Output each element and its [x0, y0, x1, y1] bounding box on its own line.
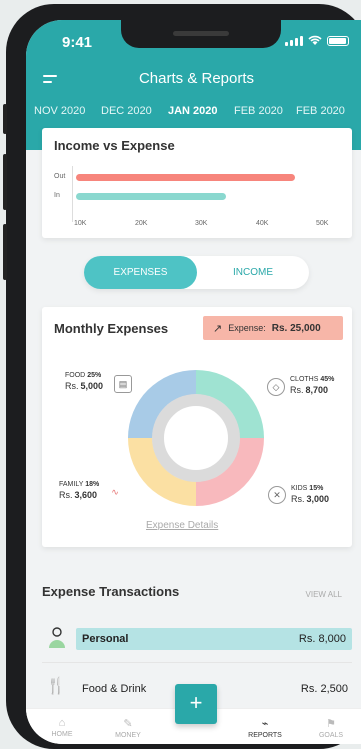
food-icon: 🍴	[46, 678, 66, 695]
expense-details-link[interactable]: Expense Details	[146, 520, 218, 531]
category-pct: 45%	[320, 376, 335, 383]
phone-frame: 9:41 Charts & Reports NOV 2020 DEC 2020 …	[3, 4, 361, 749]
category-prefix: Rs.	[65, 381, 79, 391]
heartbeat-icon: ∿	[107, 484, 123, 500]
monthly-expenses-title: Monthly Expenses	[54, 321, 169, 336]
money-icon: ✎	[123, 718, 133, 730]
expense-total-badge: ↗ Expense: Rs. 25,000	[203, 316, 343, 340]
wifi-icon	[308, 35, 322, 45]
category-amount: 5,000	[80, 381, 103, 391]
income-expense-card: Income vs Expense 10K 20K 30K 40K 50K Ou…	[42, 128, 352, 238]
receipt-icon: ▤	[114, 375, 132, 393]
category-prefix: Rs.	[291, 494, 305, 504]
category-pct: 25%	[87, 372, 102, 379]
y-axis-line	[72, 166, 73, 222]
category-cloths: CLOTHS 45% Rs. 8,700	[290, 374, 334, 397]
expense-badge-label: Expense:	[228, 323, 266, 333]
tab-label: MONEY	[115, 732, 141, 739]
income-expense-title: Income vs Expense	[54, 138, 175, 153]
trend-up-icon: ↗	[213, 322, 223, 335]
expense-donut-chart	[128, 370, 264, 506]
tab-goals[interactable]: ⚑ GOALS	[301, 709, 361, 739]
expense-badge-value: Rs. 25,000	[271, 322, 321, 334]
transaction-row[interactable]: Personal Rs. 8,000	[42, 626, 352, 654]
category-amount: 3,000	[306, 494, 329, 504]
transaction-highlight: Personal Rs. 8,000	[76, 628, 352, 650]
page-title: Charts & Reports	[138, 70, 255, 87]
mute-switch	[3, 104, 7, 134]
income-tab[interactable]: INCOME	[197, 256, 309, 289]
diamond-icon: ◇	[267, 378, 285, 396]
volume-down-button	[3, 224, 7, 280]
x-tick-label: 30K	[195, 220, 208, 227]
x-tick-label: 50K	[316, 220, 329, 227]
battery-icon	[327, 35, 349, 46]
category-prefix: Rs.	[290, 385, 304, 395]
transaction-amount: Rs. 8,000	[298, 633, 346, 645]
ball-icon: ✕	[268, 486, 286, 504]
transaction-amount: Rs. 2,500	[300, 683, 348, 695]
tab-money[interactable]: ✎ MONEY	[98, 709, 158, 739]
month-tab[interactable]: DEC 2020	[101, 105, 152, 117]
home-icon: ⌂	[58, 717, 66, 729]
volume-up-button	[3, 154, 7, 210]
view-all-link[interactable]: VIEW ALL	[306, 590, 342, 599]
tab-reports[interactable]: ⌁ REPORTS	[235, 709, 295, 739]
month-tab[interactable]: FEB 2020	[296, 105, 345, 117]
category-kids: KIDS 15% Rs. 3,000	[291, 483, 329, 506]
add-button[interactable]: +	[175, 684, 217, 724]
month-tab-active[interactable]: JAN 2020	[168, 105, 218, 117]
tab-label: HOME	[51, 731, 73, 738]
category-amount: 8,700	[305, 385, 328, 395]
category-pct: 18%	[85, 481, 100, 488]
app-screen: 9:41 Charts & Reports NOV 2020 DEC 2020 …	[26, 20, 361, 744]
category-prefix: Rs.	[59, 490, 73, 500]
signal-icon	[285, 35, 303, 46]
category-name: FAMILY	[59, 481, 84, 488]
x-tick-label: 10K	[74, 220, 87, 227]
transaction-name: Food & Drink	[82, 683, 147, 695]
month-tab[interactable]: FEB 2020	[234, 105, 283, 117]
chart-icon: ⌁	[261, 718, 269, 730]
month-tab[interactable]: NOV 2020	[34, 105, 85, 117]
status-icons	[285, 35, 349, 46]
category-pct: 15%	[309, 485, 324, 492]
category-food: FOOD 25% Rs. 5,000	[65, 370, 103, 393]
transaction-name: Personal	[82, 633, 129, 645]
tab-label: REPORTS	[248, 732, 282, 739]
bar-out	[76, 174, 296, 181]
notch	[121, 20, 281, 48]
person-icon	[49, 627, 65, 648]
donut-hole	[165, 407, 227, 469]
flag-icon: ⚑	[326, 718, 336, 730]
x-tick-label: 40K	[256, 220, 269, 227]
month-selector[interactable]: NOV 2020 DEC 2020 JAN 2020 FEB 2020 FEB …	[26, 105, 361, 125]
category-family: FAMILY 18% Rs. 3,600	[59, 479, 99, 502]
category-name: KIDS	[291, 485, 308, 492]
x-tick-label: 20K	[135, 220, 148, 227]
bar-in	[76, 193, 226, 200]
tab-label: GOALS	[318, 732, 344, 739]
bar-label: Out	[54, 173, 66, 180]
bar-label: In	[54, 192, 60, 199]
divider	[42, 662, 352, 663]
transactions-title: Expense Transactions	[42, 584, 180, 599]
category-amount: 3,600	[74, 490, 97, 500]
expense-income-toggle: EXPENSES INCOME	[84, 256, 309, 289]
tab-home[interactable]: ⌂ HOME	[32, 709, 92, 738]
category-name: CLOTHS	[290, 376, 319, 383]
status-time: 9:41	[62, 34, 93, 51]
expenses-tab[interactable]: EXPENSES	[84, 256, 197, 289]
category-name: FOOD	[65, 372, 86, 379]
